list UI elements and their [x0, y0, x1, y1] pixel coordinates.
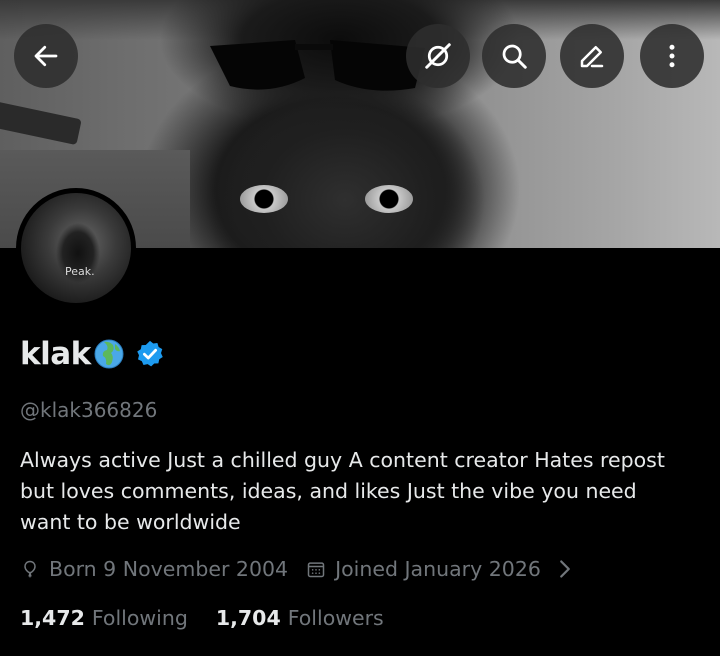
display-name: klak — [20, 336, 91, 372]
banner-face — [200, 90, 490, 248]
join-date[interactable]: Joined January 2026 — [306, 557, 584, 581]
following-count: 1,472 — [20, 606, 85, 630]
profile-handle: @klak366826 — [20, 398, 158, 422]
following-link[interactable]: 1,472 Following — [20, 606, 188, 630]
edit-icon — [580, 46, 604, 68]
search-button[interactable] — [482, 24, 546, 88]
chevron-right-icon — [560, 560, 570, 578]
banner-eye-left — [240, 185, 288, 213]
birth-date-text: Born 9 November 2004 — [49, 557, 289, 581]
followers-label: Followers — [287, 606, 384, 630]
followers-link[interactable]: 1,704 Followers — [216, 606, 384, 630]
profile-meta: Born 9 November 2004 Joined January 2026 — [20, 557, 584, 581]
more-vertical-icon — [669, 44, 675, 68]
avatar[interactable]: Peak. — [16, 188, 136, 308]
search-icon — [502, 44, 527, 69]
birth-date: Born 9 November 2004 — [20, 557, 288, 581]
edit-button[interactable] — [560, 24, 624, 88]
name-row: klak — [20, 336, 165, 372]
banner-eye-right — [365, 185, 413, 213]
join-date-text: Joined January 2026 — [335, 557, 541, 581]
follow-stats: 1,472 Following 1,704 Followers — [20, 606, 384, 630]
avatar-caption: Peak. — [65, 265, 95, 278]
followers-count: 1,704 — [215, 606, 281, 630]
back-button[interactable] — [14, 24, 78, 88]
balloon-icon — [24, 560, 36, 578]
calendar-icon — [307, 562, 325, 578]
more-button[interactable] — [640, 24, 704, 88]
back-arrow-icon — [34, 45, 58, 67]
grok-icon — [425, 43, 451, 69]
banner-remote — [0, 100, 82, 146]
banner-sunglasses — [210, 40, 425, 91]
profile-bio: Always active Just a chilled guy A conte… — [20, 448, 665, 534]
avatar-image: Peak. — [21, 193, 131, 303]
verified-badge-icon[interactable] — [135, 339, 165, 369]
following-label: Following — [91, 606, 188, 630]
grok-button[interactable] — [406, 24, 470, 88]
globe-africa-europe-icon — [94, 339, 124, 369]
